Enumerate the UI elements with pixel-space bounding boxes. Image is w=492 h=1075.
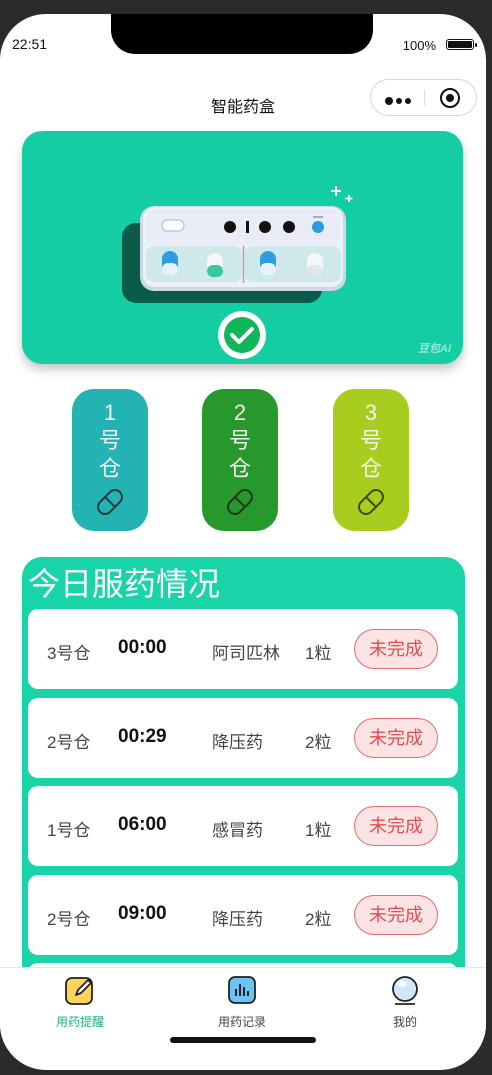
status-button[interactable]: 未完成 xyxy=(354,806,438,846)
more-menu-icon[interactable] xyxy=(385,92,414,110)
row-time: 00:00 xyxy=(118,637,167,658)
medication-row[interactable]: 2号仓 09:00 降压药 2粒 未完成 xyxy=(28,875,458,955)
chart-icon xyxy=(228,976,256,1004)
miniprogram-capsule xyxy=(370,79,477,116)
bin-number: 3 xyxy=(364,400,378,425)
tab-label: 用药记录 xyxy=(217,1015,266,1029)
row-time: 00:29 xyxy=(118,726,167,747)
battery-percent: 100% xyxy=(402,38,436,53)
bin-3-button[interactable]: 3 号 仓 xyxy=(333,389,409,531)
phone-screen: 22:51 100% 智能药盒 豆包AI 1 号 仓 2 号 仓 3 号 仓 今… xyxy=(0,14,486,1070)
tab-records[interactable]: 用药记录 xyxy=(182,974,302,1030)
bin-number: 1 xyxy=(103,400,117,425)
status-time: 22:51 xyxy=(12,36,48,52)
pill-icon xyxy=(227,489,253,515)
bin-label-char: 号 xyxy=(228,428,251,453)
medication-row[interactable]: 1号仓 06:00 感冒药 1粒 未完成 xyxy=(28,786,458,866)
row-bin: 1号仓 xyxy=(47,821,91,840)
home-indicator xyxy=(170,1037,316,1043)
tab-label: 用药提醒 xyxy=(55,1015,104,1029)
bin-label-char: 仓 xyxy=(359,456,382,481)
bin-label-char: 号 xyxy=(359,428,382,453)
row-medicine: 降压药 xyxy=(212,910,263,929)
medication-row[interactable]: 2号仓 00:29 降压药 2粒 未完成 xyxy=(28,698,458,778)
status-button[interactable]: 未完成 xyxy=(354,718,438,758)
close-miniprogram-icon[interactable] xyxy=(440,88,460,108)
bin-1-button[interactable]: 1 号 仓 xyxy=(72,389,148,531)
watermark: 豆包AI xyxy=(418,343,451,355)
today-medication-panel: 今日服药情况 3号仓 00:00 阿司匹林 1粒 未完成 2号仓 00:29 降… xyxy=(22,557,465,1003)
bin-label-char: 号 xyxy=(98,428,121,453)
row-time: 09:00 xyxy=(118,903,167,924)
row-dose: 1粒 xyxy=(305,821,332,840)
bin-2-button[interactable]: 2 号 仓 xyxy=(202,389,278,531)
tab-label: 我的 xyxy=(392,1015,417,1029)
profile-icon xyxy=(392,976,418,1005)
row-medicine: 阿司匹林 xyxy=(212,644,280,663)
notch xyxy=(111,14,373,54)
pill-icon xyxy=(97,489,123,515)
bin-label-char: 仓 xyxy=(228,456,251,481)
battery-icon xyxy=(446,39,477,50)
pill-icon xyxy=(358,489,384,515)
edit-icon xyxy=(65,977,93,1005)
row-medicine: 降压药 xyxy=(212,733,263,752)
bin-number: 2 xyxy=(233,400,247,425)
pillbox-illustration xyxy=(122,186,353,359)
row-dose: 2粒 xyxy=(305,910,332,929)
row-bin: 2号仓 xyxy=(47,910,91,929)
pillbox-banner: 豆包AI xyxy=(22,131,463,364)
tab-reminder[interactable]: 用药提醒 xyxy=(20,974,140,1030)
tab-profile[interactable]: 我的 xyxy=(345,974,465,1030)
row-dose: 2粒 xyxy=(305,733,332,752)
status-button[interactable]: 未完成 xyxy=(354,629,438,669)
bin-label-char: 仓 xyxy=(98,456,121,481)
row-time: 06:00 xyxy=(118,814,167,835)
medication-row[interactable]: 3号仓 00:00 阿司匹林 1粒 未完成 xyxy=(28,609,458,689)
tab-bar: 用药提醒 用药记录 我的 xyxy=(0,967,486,1038)
row-bin: 3号仓 xyxy=(47,644,91,663)
row-dose: 1粒 xyxy=(305,644,332,663)
status-button[interactable]: 未完成 xyxy=(354,895,438,935)
row-medicine: 感冒药 xyxy=(212,821,263,840)
row-bin: 2号仓 xyxy=(47,733,91,752)
today-title: 今日服药情况 xyxy=(28,566,221,602)
